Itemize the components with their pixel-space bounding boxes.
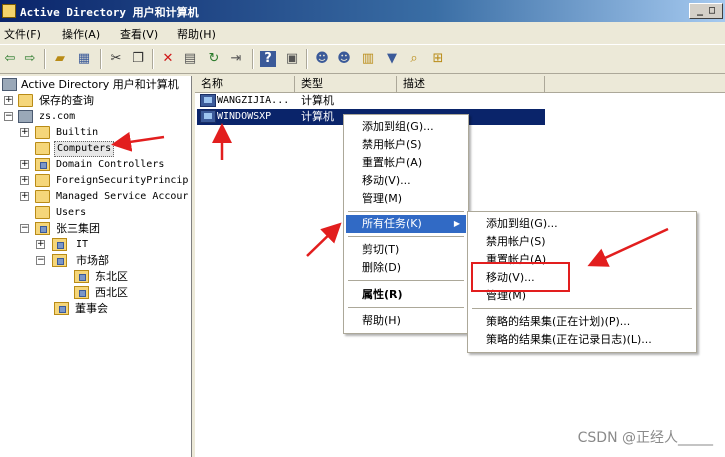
arrow-to-move — [587, 227, 669, 267]
arrow-to-all-tasks — [306, 222, 342, 257]
annotation-arrows — [111, 123, 669, 267]
watermark: CSDN @正经人_____ — [577, 430, 713, 446]
arrow-to-computers — [111, 131, 165, 152]
